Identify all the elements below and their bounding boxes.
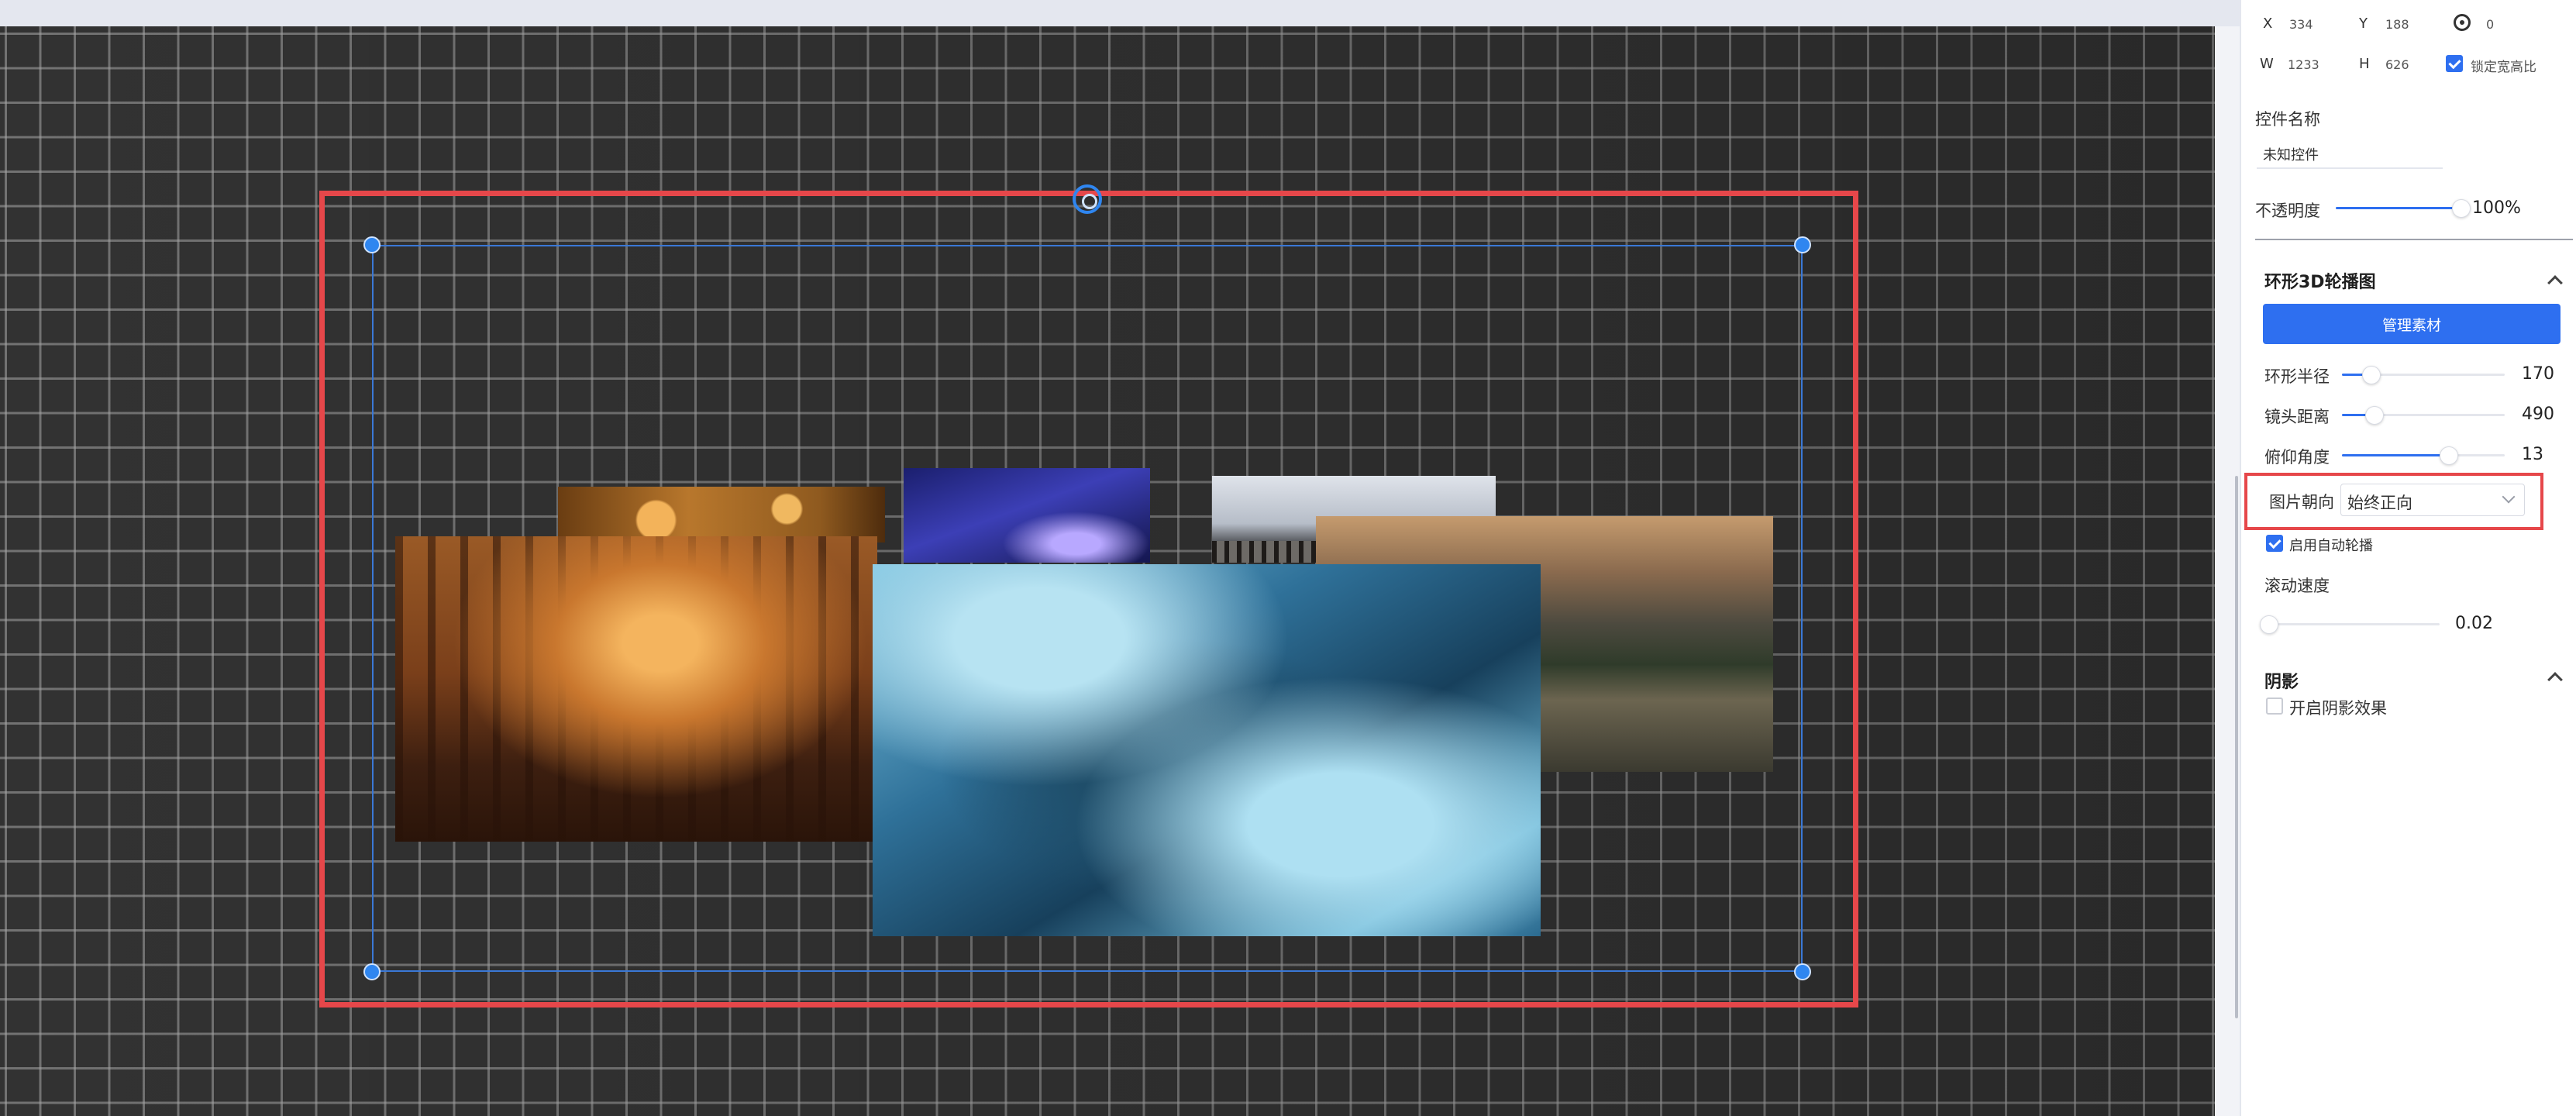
h-input[interactable]: 626 [2385, 57, 2409, 72]
resize-handle-bottom-left[interactable] [363, 963, 381, 980]
pitch-value: 13 [2522, 445, 2543, 464]
radius-slider[interactable] [2342, 366, 2505, 384]
autoplay-label: 启用自动轮播 [2289, 538, 2373, 554]
lock-ratio-checkbox[interactable] [2446, 55, 2463, 72]
rotation-input[interactable]: 0 [2486, 17, 2494, 32]
w-label: W [2260, 56, 2274, 72]
scroll-speed-value: 0.02 [2455, 614, 2493, 633]
section-divider [2255, 239, 2573, 240]
lock-ratio-label: 锁定宽高比 [2471, 60, 2536, 75]
orientation-highlight-box [2244, 473, 2543, 530]
y-label: Y [2359, 16, 2368, 32]
scrollbar-thumb[interactable] [2235, 476, 2238, 1018]
resize-handle-bottom-right[interactable] [1794, 963, 1811, 980]
radius-value: 170 [2522, 364, 2554, 384]
radius-slider-knob[interactable] [2362, 366, 2381, 384]
control-name-underline [2257, 167, 2443, 169]
opacity-slider-fill [2336, 207, 2455, 209]
resize-handle-top-right[interactable] [1794, 236, 1811, 253]
camera-distance-label: 镜头距离 [2264, 408, 2330, 426]
rotation-icon [2454, 14, 2471, 31]
camera-distance-value: 490 [2522, 405, 2554, 424]
camera-distance-slider[interactable] [2342, 406, 2505, 425]
control-name-input[interactable]: 未知控件 [2263, 144, 2319, 164]
shadow-enable-label: 开启阴影效果 [2289, 699, 2387, 718]
camera-distance-slider-knob[interactable] [2365, 406, 2384, 425]
w-input[interactable]: 1233 [2288, 57, 2319, 72]
shadow-section-title: 阴影 [2264, 673, 2299, 692]
rotate-handle-icon[interactable] [1073, 184, 1102, 214]
scroll-speed-slider[interactable] [2260, 615, 2440, 634]
autoplay-checkbox[interactable] [2266, 535, 2283, 552]
canvas-vertical-scrollbar[interactable] [2215, 26, 2240, 1116]
scroll-speed-slider-knob[interactable] [2260, 615, 2278, 634]
shadow-enable-checkbox[interactable] [2266, 698, 2283, 715]
control-name-label: 控件名称 [2255, 110, 2320, 129]
radius-label: 环形半径 [2264, 367, 2330, 386]
x-input[interactable]: 334 [2289, 17, 2313, 32]
pitch-slider-knob[interactable] [2440, 446, 2458, 465]
canvas-top-bar [0, 0, 2240, 26]
y-input[interactable]: 188 [2385, 17, 2409, 32]
opacity-label: 不透明度 [2255, 202, 2320, 220]
resize-handle-top-left[interactable] [363, 236, 381, 253]
h-label: H [2359, 56, 2370, 72]
pitch-label: 俯仰角度 [2264, 448, 2330, 467]
pitch-slider[interactable] [2342, 446, 2505, 465]
x-label: X [2263, 16, 2273, 32]
manage-assets-button[interactable]: 管理素材 [2263, 304, 2561, 344]
scroll-speed-label: 滚动速度 [2264, 577, 2330, 595]
component-bounding-box[interactable] [372, 245, 1803, 972]
opacity-slider[interactable] [2336, 199, 2471, 218]
opacity-value: 100% [2472, 198, 2521, 218]
carousel-section-title: 环形3D轮播图 [2264, 273, 2376, 292]
pitch-slider-fill [2342, 454, 2449, 456]
opacity-slider-knob[interactable] [2452, 199, 2471, 218]
